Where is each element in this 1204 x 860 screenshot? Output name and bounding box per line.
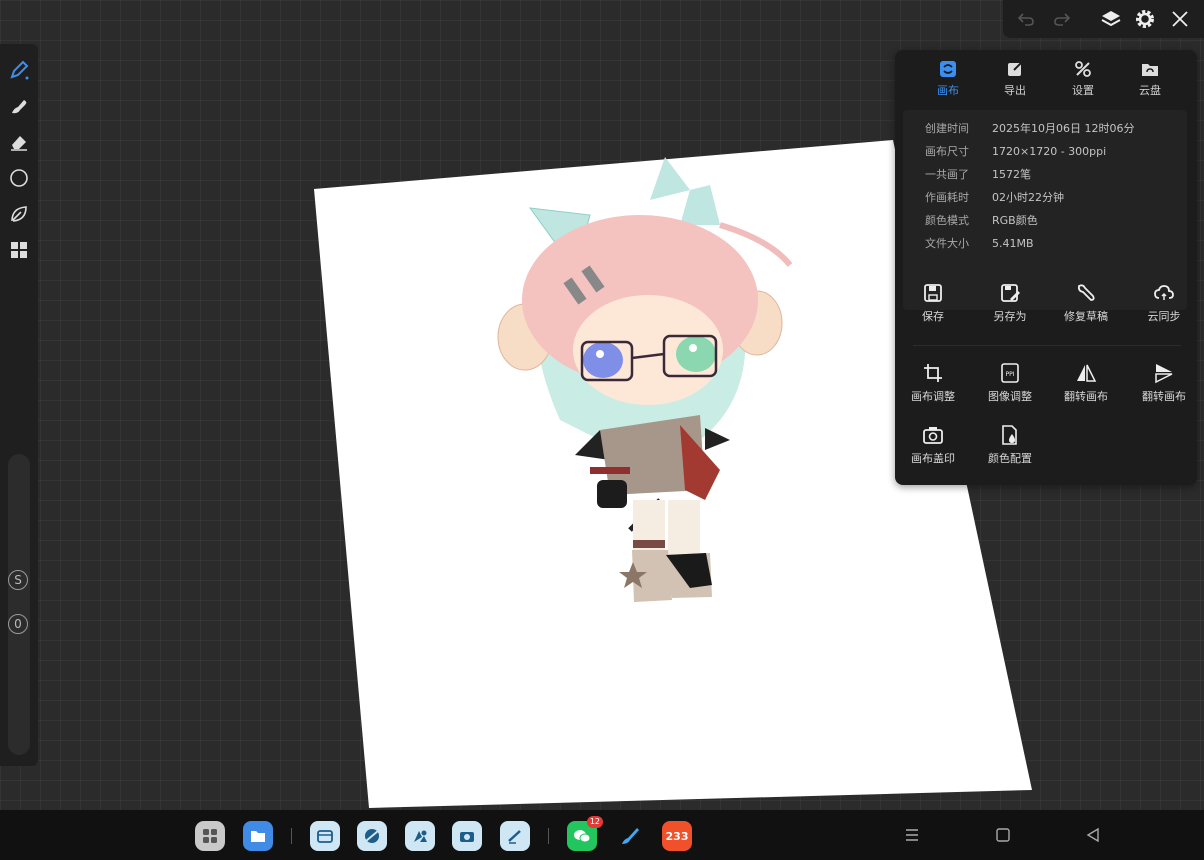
repair-draft-button[interactable]: 修复草稿	[1048, 280, 1124, 328]
info-row: 颜色模式 RGB颜色	[925, 214, 1038, 227]
ppi-icon: PPI	[972, 360, 1048, 386]
size-badge: S	[8, 570, 28, 590]
flip-horizontal-icon	[1048, 360, 1124, 386]
camera-icon	[895, 422, 971, 448]
left-toolbar: S 0	[0, 44, 38, 766]
app-grid-icon[interactable]	[195, 821, 225, 851]
info-row: 创建时间 2025年10月06日 12时06分	[925, 122, 1135, 135]
gear-icon[interactable]	[1133, 7, 1157, 31]
save-icon	[895, 280, 971, 306]
file-manager-icon[interactable]	[310, 821, 340, 851]
flip-vertical-icon	[1126, 360, 1202, 386]
character-illustration	[497, 157, 793, 602]
cloud-sync-button[interactable]: 云同步	[1126, 280, 1202, 328]
taskbar: 12 233	[0, 810, 1204, 860]
tab-label: 云盘	[1139, 84, 1161, 97]
app-233-icon[interactable]: 233	[662, 821, 692, 851]
tab-settings[interactable]: 设置	[1053, 58, 1113, 102]
canvas-stamp-button[interactable]: 画布盖印	[895, 422, 971, 470]
color-profile-icon	[972, 422, 1048, 448]
pen-icon[interactable]	[7, 58, 31, 82]
canvas-icon	[918, 58, 978, 80]
close-icon[interactable]	[1168, 7, 1192, 31]
export-icon	[985, 58, 1045, 80]
crop-icon	[895, 360, 971, 386]
files-icon[interactable]	[243, 821, 273, 851]
canvas-panel: 画布 导出 设置 云盘 创建时间 2025年10月06日 12时06分 画布尺寸 1…	[895, 50, 1197, 485]
back-icon[interactable]	[1083, 825, 1103, 845]
paint-app-icon[interactable]	[615, 821, 645, 851]
tab-label: 画布	[937, 84, 959, 97]
info-row: 画布尺寸 1720×1720 - 300ppi	[925, 145, 1107, 158]
wechat-badge: 12	[586, 816, 603, 828]
smudge-icon[interactable]	[7, 94, 31, 118]
flip-horizontal-button[interactable]: 翻转画布	[1048, 360, 1124, 408]
browser-icon[interactable]	[357, 821, 387, 851]
save-button[interactable]: 保存	[895, 280, 971, 328]
eraser-icon[interactable]	[7, 130, 31, 154]
color-circle-icon[interactable]	[7, 166, 31, 190]
save-as-button[interactable]: 另存为	[972, 280, 1048, 328]
redo-icon[interactable]	[1050, 7, 1074, 31]
cloud-folder-icon	[1120, 58, 1180, 80]
save-as-icon	[972, 280, 1048, 306]
opacity-slider[interactable]	[8, 630, 30, 755]
panel-tabs: 画布 导出 设置 云盘	[895, 58, 1197, 102]
canvas-adjust-button[interactable]: 画布调整	[895, 360, 971, 408]
home-icon[interactable]	[993, 825, 1013, 845]
layers-icon[interactable]	[1099, 7, 1123, 31]
cloud-sync-icon	[1126, 280, 1202, 306]
info-row: 一共画了 1572笔	[925, 168, 1031, 181]
tab-label: 设置	[1072, 84, 1094, 97]
info-row: 文件大小 5.41MB	[925, 237, 1034, 250]
taskbar-separator	[291, 828, 292, 844]
top-controls	[1003, 0, 1204, 38]
camera-app-icon[interactable]	[452, 821, 482, 851]
tab-cloud[interactable]: 云盘	[1120, 58, 1180, 102]
wechat-icon[interactable]: 12	[567, 816, 603, 851]
grid-icon[interactable]	[7, 238, 31, 262]
menu-icon[interactable]	[902, 825, 922, 845]
opacity-badge: 0	[8, 614, 28, 634]
divider	[913, 345, 1181, 346]
flip-vertical-button[interactable]: 翻转画布	[1126, 360, 1202, 408]
tab-export[interactable]: 导出	[985, 58, 1045, 102]
image-adjust-button[interactable]: PPI 图像调整	[972, 360, 1048, 408]
color-profile-button[interactable]: 颜色配置	[972, 422, 1048, 470]
tab-canvas[interactable]: 画布	[918, 58, 978, 102]
wrench-icon	[1048, 280, 1124, 306]
gallery-icon[interactable]	[405, 821, 435, 851]
notes-icon[interactable]	[500, 821, 530, 851]
tools-icon	[1053, 58, 1113, 80]
tab-label: 导出	[1004, 84, 1026, 97]
info-row: 作画耗时 02小时22分钟	[925, 191, 1064, 204]
taskbar-separator	[548, 828, 549, 844]
leaf-icon[interactable]	[7, 202, 31, 226]
svg-text:PPI: PPI	[1005, 371, 1014, 378]
undo-icon[interactable]	[1014, 7, 1038, 31]
